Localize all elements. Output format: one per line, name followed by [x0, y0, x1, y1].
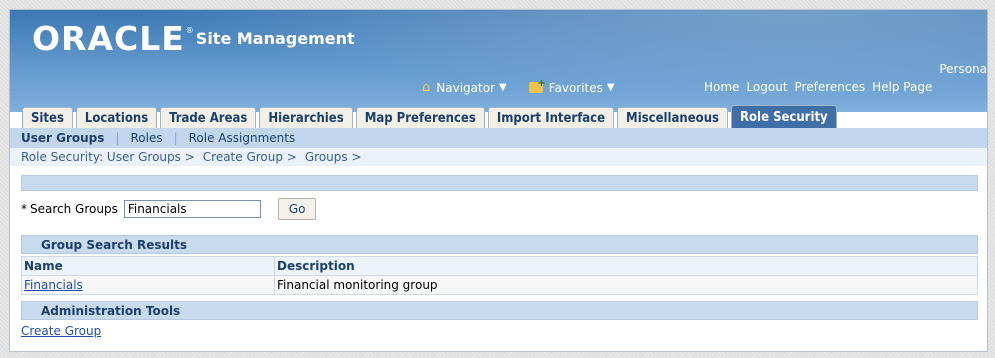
subtab-role-assignments[interactable]: Role Assignments — [189, 131, 296, 145]
group-search-results-header: Group Search Results — [21, 235, 978, 254]
description-cell: Financial monitoring group — [274, 275, 978, 295]
search-row: * Search Groups Go — [21, 198, 317, 220]
app-window: ORACLE ® Site Management Persona ⌂ Navig… — [9, 9, 988, 352]
subtab-separator: | — [173, 131, 178, 145]
favorites-menu[interactable]: Favorites ▼ — [528, 78, 615, 95]
navigator-label: Navigator — [436, 80, 495, 95]
table-header-row: Name Description — [21, 256, 978, 276]
chevron-down-icon: ▼ — [606, 82, 615, 93]
subtab-user-groups[interactable]: User Groups — [21, 131, 104, 145]
breadcrumb: Role Security: User Groups > Create Grou… — [10, 148, 987, 166]
main-tabs: Sites Locations Trade Areas Hierarchies … — [10, 105, 987, 128]
global-links: Home Logout Preferences Help Page — [704, 80, 939, 94]
results-table: Name Description Financials Financial mo… — [21, 256, 978, 295]
tab-hierarchies[interactable]: Hierarchies — [259, 107, 353, 128]
navigator-menu[interactable]: ⌂ Navigator ▼ — [422, 80, 507, 95]
app-name: Site Management — [195, 29, 355, 48]
search-groups-label: Search Groups — [30, 202, 118, 216]
breadcrumb-create-group[interactable]: Create Group > — [203, 150, 297, 164]
subtab-separator: | — [115, 131, 120, 145]
home-link[interactable]: Home — [704, 80, 739, 94]
administration-tools-header: Administration Tools — [21, 301, 978, 320]
tab-sites[interactable]: Sites — [22, 107, 73, 128]
tab-map-preferences[interactable]: Map Preferences — [355, 107, 485, 128]
persona-label: Persona — [939, 62, 987, 76]
favorites-folder-icon — [528, 78, 546, 93]
required-mark: * — [21, 202, 27, 216]
go-button[interactable]: Go — [277, 198, 317, 220]
tab-import-interface[interactable]: Import Interface — [487, 107, 615, 128]
breadcrumb-groups[interactable]: Groups > — [305, 150, 362, 164]
create-group-link[interactable]: Create Group — [21, 324, 101, 338]
column-header-name[interactable]: Name — [21, 256, 275, 276]
sub-tabs: User Groups | Roles | Role Assignments — [10, 128, 987, 148]
help-page-link[interactable]: Help Page — [872, 80, 932, 94]
global-menus: ⌂ Navigator ▼ Favorites ▼ — [422, 78, 637, 95]
favorites-label: Favorites — [548, 80, 603, 95]
column-header-description[interactable]: Description — [274, 256, 978, 276]
tab-trade-areas[interactable]: Trade Areas — [160, 107, 257, 128]
name-cell: Financials — [21, 275, 275, 295]
group-name-link[interactable]: Financials — [24, 278, 83, 292]
table-row: Financials Financial monitoring group — [21, 275, 978, 295]
header: ORACLE ® Site Management Persona ⌂ Navig… — [10, 10, 987, 112]
subtab-roles[interactable]: Roles — [130, 131, 162, 145]
home-icon: ⌂ — [422, 80, 431, 95]
tab-miscellaneous[interactable]: Miscellaneous — [617, 107, 729, 128]
page-header-band — [21, 175, 978, 191]
preferences-link[interactable]: Preferences — [795, 80, 866, 94]
tab-role-security[interactable]: Role Security — [731, 105, 837, 128]
search-groups-input[interactable] — [123, 200, 261, 218]
registered-mark: ® — [185, 26, 194, 35]
breadcrumb-user-groups[interactable]: Role Security: User Groups > — [21, 150, 195, 164]
oracle-brand: ORACLE ® Site Management — [32, 22, 355, 56]
tab-locations[interactable]: Locations — [75, 107, 158, 128]
chevron-down-icon: ▼ — [498, 82, 507, 93]
logout-link[interactable]: Logout — [746, 80, 787, 94]
oracle-logo: ORACLE — [32, 19, 185, 58]
